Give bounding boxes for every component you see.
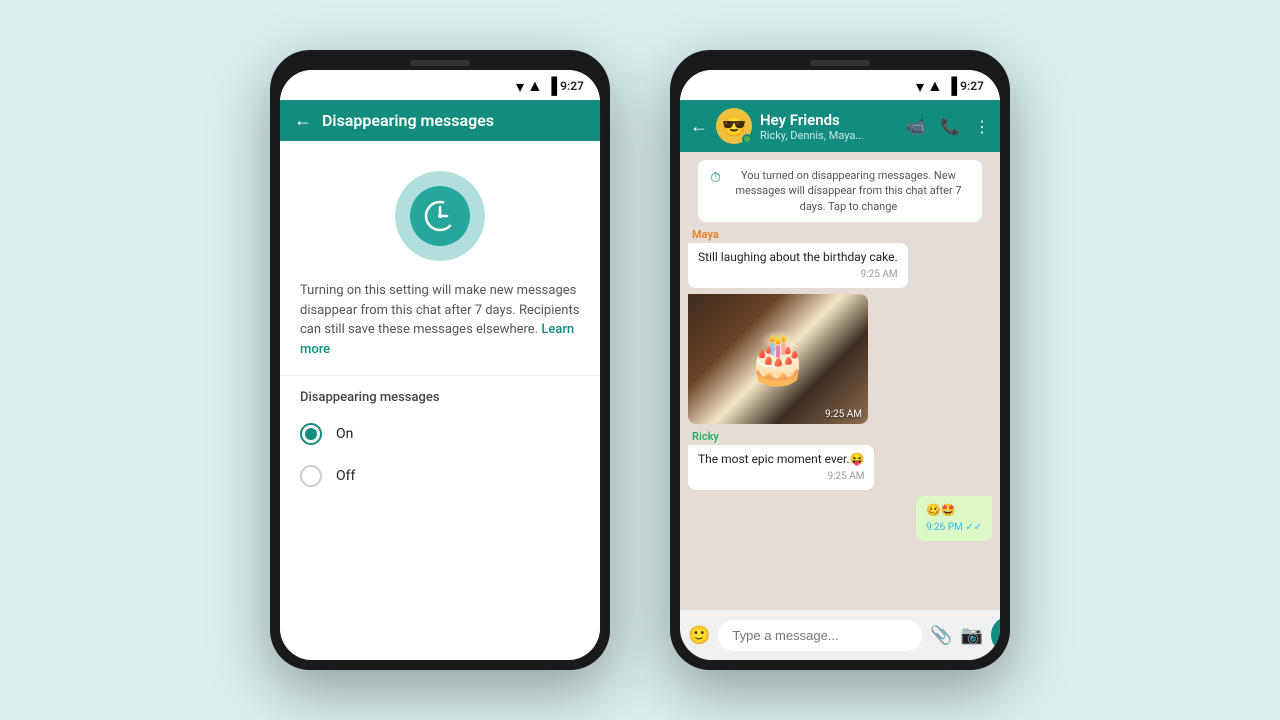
phone-speaker-2 — [810, 60, 870, 66]
avatar-wrap: 😎 — [716, 108, 752, 144]
status-time-2: 9:27 — [960, 79, 984, 93]
chat-input-bar: 🙂 📎 📷 🎤 — [680, 610, 1000, 660]
back-button-chat[interactable]: ← — [690, 116, 708, 137]
bubble-text-sent: 🥴🤩 — [926, 503, 956, 517]
video-call-icon[interactable]: 📹 — [906, 117, 926, 136]
section-title: Disappearing messages — [280, 376, 600, 413]
icon-area — [280, 141, 600, 281]
radio-option-on[interactable]: On — [280, 413, 600, 455]
radio-option-off[interactable]: Off — [280, 455, 600, 497]
bubble-time-sent: 9:26 PM ✓✓ — [926, 521, 982, 535]
scene: ▾ ▲ ▐ 9:27 ← Disappearing messages — [270, 50, 1010, 670]
system-clock-icon: ⏱ — [710, 169, 721, 189]
page-title-settings: Disappearing messages — [322, 111, 586, 130]
phone-inner-chat: ▾ ▲ ▐ 9:27 ← 😎 Hey Friends Ricky, Dennis… — [680, 70, 1000, 660]
more-options-icon[interactable]: ⋮ — [974, 117, 990, 136]
phone-settings: ▾ ▲ ▐ 9:27 ← Disappearing messages — [270, 50, 610, 670]
voice-call-icon[interactable]: 📞 — [940, 117, 960, 136]
chat-sub: Ricky, Dennis, Maya... — [760, 129, 898, 142]
chat-header: ← 😎 Hey Friends Ricky, Dennis, Maya... 📹… — [680, 100, 1000, 152]
chat-name: Hey Friends — [760, 111, 898, 129]
radio-inner-on — [305, 428, 317, 440]
image-time-overlay: 9:25 AM — [825, 409, 862, 420]
bubble-time-ricky: 9:25 AM — [698, 470, 864, 484]
phone-inner-settings: ▾ ▲ ▐ 9:27 ← Disappearing messages — [280, 70, 600, 660]
chat-info[interactable]: Hey Friends Ricky, Dennis, Maya... — [760, 111, 898, 142]
status-icons-2: ▾ ▲ ▐ 9:27 — [916, 76, 984, 96]
emoji-icon[interactable]: 🙂 — [688, 625, 710, 646]
phone-chat: ▾ ▲ ▐ 9:27 ← 😎 Hey Friends Ricky, Dennis… — [670, 50, 1010, 670]
radio-outer-on[interactable] — [300, 423, 322, 445]
message-maya-text: Maya Still laughing about the birthday c… — [688, 228, 992, 288]
description-text: Turning on this setting will make new me… — [280, 281, 600, 376]
signal-icon-2: ▾ — [916, 77, 924, 96]
message-maya-image: 9:25 AM — [688, 294, 992, 424]
mic-button[interactable]: 🎤 — [991, 616, 1000, 654]
status-icons: ▾ ▲ ▐ 9:27 — [516, 76, 584, 96]
bubble-text-maya: Still laughing about the birthday cake. — [698, 250, 898, 264]
wifi-icon-2: ▲ — [927, 76, 943, 96]
radio-label-off: Off — [336, 468, 355, 484]
status-bar-chat: ▾ ▲ ▐ 9:27 — [680, 70, 1000, 100]
signal-icon: ▾ — [516, 77, 524, 96]
message-input[interactable] — [718, 620, 922, 651]
status-time: 9:27 — [560, 79, 584, 93]
clock-icon-bg — [395, 171, 485, 261]
timer-svg — [423, 199, 457, 233]
clock-icon — [410, 186, 470, 246]
attachment-icon[interactable]: 📎 — [930, 625, 952, 646]
chat-body: ⏱ You turned on disappearing messages. N… — [680, 152, 1000, 610]
bubble-maya-text: Still laughing about the birthday cake. … — [688, 243, 908, 288]
chat-action-icons: 📹 📞 ⋮ — [906, 117, 990, 136]
bubble-ricky: The most epic moment ever.😝 9:25 AM — [688, 445, 874, 490]
wa-header-settings: ← Disappearing messages — [280, 100, 600, 141]
bubble-sent: 🥴🤩 9:26 PM ✓✓ — [916, 496, 992, 541]
cake-image-bubble: 9:25 AM — [688, 294, 868, 424]
status-bar-settings: ▾ ▲ ▐ 9:27 — [280, 70, 600, 100]
cake-image — [688, 294, 868, 424]
radio-label-on: On — [336, 426, 353, 442]
wifi-icon: ▲ — [527, 76, 543, 96]
sender-maya: Maya — [692, 228, 719, 241]
back-button-settings[interactable]: ← — [294, 110, 312, 131]
radio-outer-off[interactable] — [300, 465, 322, 487]
bubble-text-ricky: The most epic moment ever.😝 — [698, 452, 864, 466]
camera-icon[interactable]: 📷 — [961, 625, 983, 646]
battery-icon-2: ▐ — [946, 76, 957, 96]
system-message[interactable]: ⏱ You turned on disappearing messages. N… — [698, 160, 982, 222]
system-message-text: You turned on disappearing messages. New… — [727, 168, 970, 214]
settings-content: Turning on this setting will make new me… — [280, 141, 600, 660]
sender-ricky: Ricky — [692, 430, 719, 443]
bubble-time-maya-text: 9:25 AM — [698, 268, 898, 282]
battery-icon: ▐ — [546, 76, 557, 96]
message-sent: 🥴🤩 9:26 PM ✓✓ — [688, 496, 992, 541]
description-main: Turning on this setting will make new me… — [300, 283, 579, 337]
phone-speaker — [410, 60, 470, 66]
message-ricky: Ricky The most epic moment ever.😝 9:25 A… — [688, 430, 992, 490]
online-indicator — [742, 134, 752, 144]
